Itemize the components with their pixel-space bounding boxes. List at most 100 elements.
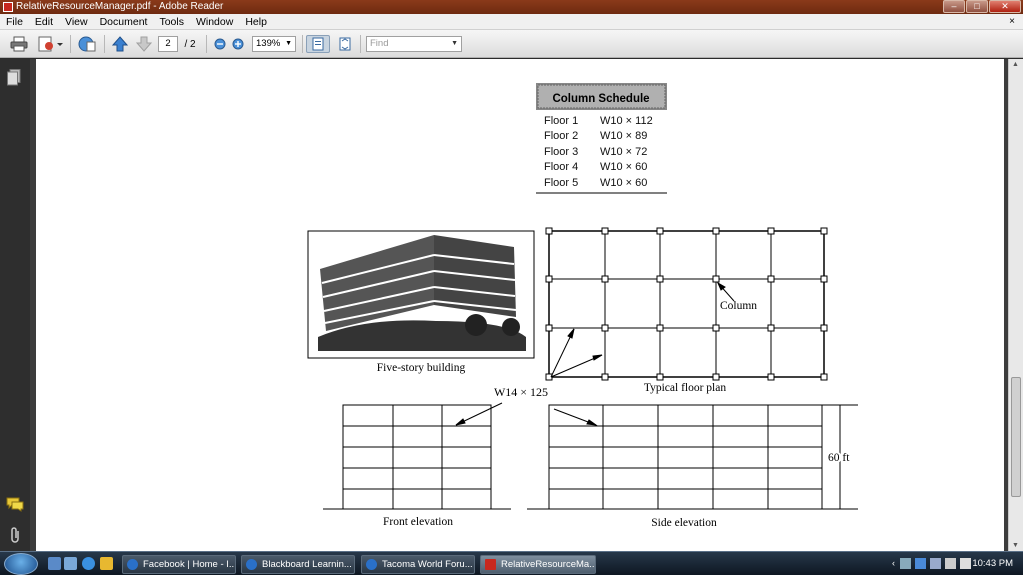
adobe-reader-icon	[3, 2, 13, 12]
navigation-panel	[0, 59, 30, 551]
menu-file[interactable]: File	[0, 14, 29, 29]
scroll-down-arrow[interactable]: ▼	[1012, 542, 1019, 549]
window-title: RelativeResourceManager.pdf - Adobe Read…	[16, 1, 224, 12]
print-button[interactable]	[8, 35, 30, 53]
vertical-scrollbar[interactable]: ▲ ▼	[1008, 59, 1023, 551]
schedule-floor-4: Floor 4	[544, 161, 578, 173]
document-attach-icon	[38, 36, 63, 52]
find-input[interactable]: Find ▼	[366, 36, 462, 52]
pdf-page: Column Schedule Floor 1 W10 × 112 Floor …	[36, 59, 1004, 551]
chevron-down-icon: ▼	[285, 40, 292, 47]
zoom-out-icon	[214, 38, 226, 50]
schedule-title: Column Schedule	[552, 93, 649, 105]
taskbar-item-label: Blackboard Learnin...	[262, 559, 352, 570]
front-elevation-caption: Front elevation	[383, 516, 453, 528]
side-elevation-caption: Side elevation	[651, 517, 717, 529]
taskbar: Facebook | Home - I... Blackboard Learni…	[0, 551, 1023, 575]
front-elevation	[323, 402, 511, 510]
schedule-size-4: W10 × 60	[600, 161, 647, 173]
schedule-size-1: W10 × 112	[600, 115, 653, 127]
floor-plan	[545, 227, 828, 381]
ie-icon	[246, 559, 257, 570]
volume-muted-icon[interactable]	[960, 558, 971, 569]
zoom-level-select[interactable]: 139% ▼	[252, 36, 296, 52]
show-desktop-icon[interactable]	[48, 557, 61, 570]
taskbar-item-label: RelativeResourceMa...	[501, 559, 596, 570]
ie-icon	[366, 559, 377, 570]
close-button[interactable]: ✕	[989, 0, 1021, 13]
taskbar-item-blackboard[interactable]: Blackboard Learnin...	[241, 555, 355, 574]
column-label: Column	[720, 300, 757, 312]
taskbar-item-label: Facebook | Home - I...	[143, 559, 236, 570]
zoom-out-button[interactable]	[212, 35, 228, 53]
network-icon[interactable]	[900, 558, 911, 569]
arrow-up-icon	[112, 36, 128, 52]
minimize-button[interactable]: –	[943, 0, 965, 13]
page-number-input[interactable]: 2	[158, 36, 178, 52]
arrow-down-icon	[136, 36, 152, 52]
schedule-size-2: W10 × 89	[600, 130, 647, 142]
menu-document[interactable]: Document	[94, 14, 154, 29]
taskbar-item-facebook[interactable]: Facebook | Home - I...	[122, 555, 236, 574]
comments-panel-button[interactable]	[6, 496, 24, 512]
ie-icon	[127, 559, 138, 570]
side-elevation	[527, 404, 858, 510]
pages-icon	[7, 69, 21, 86]
schedule-floor-5: Floor 5	[544, 177, 578, 189]
column-schedule-table: Column Schedule Floor 1 W10 × 112 Floor …	[536, 83, 667, 194]
zoom-in-button[interactable]	[230, 35, 246, 53]
clock[interactable]: 10:43 PM	[972, 552, 1013, 575]
schedule-floor-2: Floor 2	[544, 130, 578, 142]
wifi-icon[interactable]	[945, 558, 956, 569]
collaborate-button[interactable]	[76, 35, 98, 53]
schedule-floor-1: Floor 1	[544, 115, 578, 127]
fit-width-button[interactable]	[306, 35, 330, 53]
menu-help[interactable]: Help	[239, 14, 273, 29]
page-drawing: Column Schedule Floor 1 W10 × 112 Floor …	[307, 83, 858, 529]
previous-page-button[interactable]	[110, 35, 130, 53]
switch-windows-icon[interactable]	[64, 557, 77, 570]
maximize-button[interactable]: □	[966, 0, 988, 13]
menu-tools[interactable]: Tools	[153, 14, 190, 29]
fit-page-button[interactable]	[334, 35, 356, 53]
building-caption: Five-story building	[377, 362, 466, 374]
scrollbar-thumb[interactable]	[1011, 377, 1021, 497]
tray-icons	[900, 558, 971, 569]
floor-plan-caption: Typical floor plan	[644, 382, 726, 394]
schedule-floor-3: Floor 3	[544, 146, 578, 158]
printer-icon	[10, 36, 28, 52]
attachments-panel-button[interactable]	[8, 526, 22, 544]
title-bar: RelativeResourceManager.pdf - Adobe Read…	[0, 0, 1023, 14]
menu-view[interactable]: View	[59, 14, 94, 29]
paperclip-icon	[11, 527, 19, 543]
height-dimension-label: 60 ft	[828, 452, 850, 464]
taskbar-item-adobe-reader[interactable]: RelativeResourceMa...	[480, 555, 596, 574]
next-page-button[interactable]	[134, 35, 154, 53]
start-button[interactable]	[4, 553, 38, 575]
pages-panel-button[interactable]	[7, 69, 21, 86]
internet-explorer-icon[interactable]	[82, 557, 95, 570]
document-area: Column Schedule Floor 1 W10 × 112 Floor …	[30, 59, 1008, 551]
fit-page-icon	[339, 37, 351, 51]
scroll-up-arrow[interactable]: ▲	[1012, 61, 1019, 68]
find-placeholder: Find	[370, 38, 389, 49]
media-player-icon[interactable]	[100, 557, 113, 570]
page-scroll-icon	[312, 37, 324, 51]
zoom-in-icon	[232, 38, 244, 50]
battery-icon[interactable]	[930, 558, 941, 569]
schedule-size-3: W10 × 72	[600, 146, 647, 158]
menu-edit[interactable]: Edit	[29, 14, 59, 29]
display-icon[interactable]	[915, 558, 926, 569]
comments-icon	[6, 497, 24, 512]
beam-label: W14 × 125	[494, 385, 548, 399]
document-close-button[interactable]: ×	[1009, 14, 1015, 30]
building-illustration: Five-story building	[307, 230, 535, 374]
email-attach-button[interactable]	[36, 35, 64, 53]
taskbar-item-tacoma[interactable]: Tacoma World Foru...	[361, 555, 475, 574]
tray-expand-icon[interactable]: ‹	[892, 552, 895, 575]
page-total: / 2	[184, 38, 196, 50]
pdf-icon	[485, 559, 496, 570]
toolbar: 2 / 2 139% ▼ Find ▼	[0, 30, 1023, 58]
schedule-size-5: W10 × 60	[600, 177, 647, 189]
menu-window[interactable]: Window	[190, 14, 239, 29]
